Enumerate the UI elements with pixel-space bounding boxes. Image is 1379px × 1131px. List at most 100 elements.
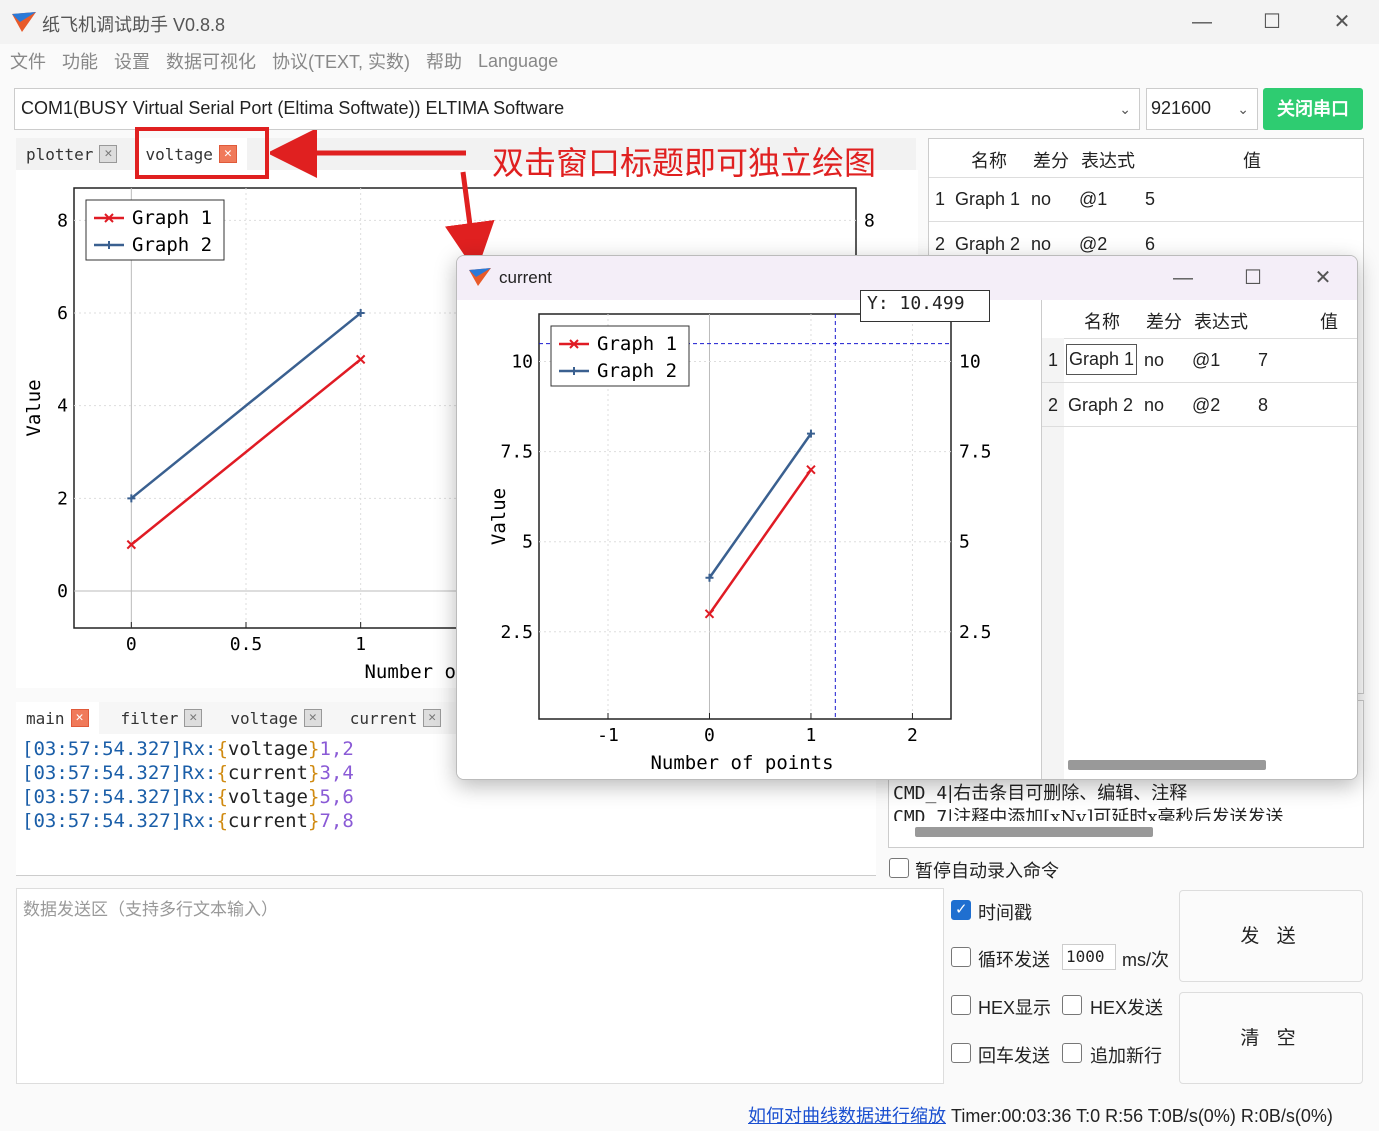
- status-text: Timer:00:03:36 T:0 R:56 T:0B/s(0%) R:0B/…: [951, 1106, 1333, 1126]
- send-input[interactable]: 数据发送区（支持多行文本输入）: [16, 888, 944, 1084]
- tab-label: plotter: [26, 144, 94, 164]
- y-tick-label: 2.5: [500, 622, 533, 643]
- timestamp-label: 时间戳: [978, 903, 1032, 923]
- tab-filter[interactable]: filter ✕: [111, 702, 213, 734]
- tab-label: filter: [120, 708, 179, 728]
- close-icon[interactable]: ✕: [70, 709, 89, 727]
- x-axis-label: Number of points: [650, 752, 833, 774]
- menu-bar: 文件 功能 设置 数据可视化 协议(TEXT, 实数) 帮助 Language: [0, 44, 1379, 78]
- log-line: [03:57:54.327]Rx:{current}3,4: [22, 762, 354, 784]
- row-name[interactable]: Graph 1: [1066, 344, 1138, 375]
- annotation-text: 双击窗口标题即可独立绘图: [492, 144, 877, 182]
- menu-settings[interactable]: 设置: [114, 48, 150, 74]
- menu-language[interactable]: Language: [478, 51, 558, 72]
- y-tick-label: 6: [57, 303, 68, 324]
- row-diff[interactable]: no: [1031, 234, 1051, 255]
- row-diff[interactable]: no: [1144, 395, 1164, 416]
- add-newline-label: 追加新行: [1090, 1046, 1162, 1066]
- maximize-button[interactable]: ☐: [1233, 262, 1273, 294]
- menu-function[interactable]: 功能: [62, 48, 98, 74]
- row-diff[interactable]: no: [1031, 189, 1051, 210]
- row-name[interactable]: Graph 1: [955, 189, 1020, 210]
- pause-checkbox[interactable]: [889, 858, 909, 878]
- port-select[interactable]: COM1(BUSY Virtual Serial Port (Eltima So…: [14, 88, 1140, 130]
- log-line: [03:57:54.327]Rx:{current}7,8: [22, 810, 354, 832]
- row-index: 1: [935, 189, 946, 209]
- y-tick-label-right: 5: [959, 532, 970, 553]
- zoom-help-link[interactable]: 如何对曲线数据进行缩放: [748, 1106, 946, 1126]
- loop-send-label: 循环发送: [978, 950, 1050, 970]
- x-tick-label: 1: [806, 725, 817, 746]
- row-expr[interactable]: @1: [1079, 189, 1107, 210]
- add-newline-checkbox[interactable]: [1062, 1043, 1082, 1063]
- log-line: [03:57:54.327]Rx:{voltage}5,6: [22, 786, 354, 808]
- y-tick-label: 10: [511, 352, 533, 373]
- close-port-button[interactable]: 关闭串口: [1263, 88, 1363, 130]
- floating-variable-table[interactable]: 名称 差分 表达式 值 1 Graph 1 no @1 7 2 Graph 2 …: [1041, 300, 1357, 779]
- col-expr: 表达式: [1081, 151, 1135, 171]
- enter-send-label: 回车发送: [978, 1046, 1050, 1066]
- menu-protocol[interactable]: 协议(TEXT, 实数): [272, 48, 410, 74]
- tab-label: voltage: [230, 708, 298, 728]
- col-expr: 表达式: [1194, 312, 1248, 332]
- close-icon[interactable]: ✕: [184, 709, 203, 727]
- tab-plotter[interactable]: plotter ✕: [16, 138, 127, 170]
- row-name[interactable]: Graph 2: [1068, 395, 1133, 416]
- send-button[interactable]: 发 送: [1179, 890, 1363, 982]
- maximize-button[interactable]: ☐: [1252, 6, 1292, 38]
- close-icon[interactable]: ✕: [99, 145, 118, 163]
- hex-show-checkbox[interactable]: [951, 995, 971, 1015]
- loop-interval-input[interactable]: 1000: [1062, 944, 1116, 970]
- tab-current-log[interactable]: current ✕: [340, 702, 451, 734]
- clear-button[interactable]: 清 空: [1179, 992, 1363, 1084]
- legend-label: Graph 2: [597, 360, 677, 382]
- baud-select-value: 921600: [1151, 98, 1212, 118]
- y-tick-label-right: 10: [959, 352, 981, 373]
- col-value: 值: [1243, 151, 1261, 171]
- y-axis-label: Value: [23, 379, 45, 436]
- scrollbar[interactable]: [915, 827, 1153, 837]
- x-tick-label: 2: [907, 725, 918, 746]
- y-tick-label: 8: [57, 210, 68, 231]
- row-expr[interactable]: @2: [1192, 395, 1220, 416]
- loop-send-checkbox[interactable]: [951, 947, 971, 967]
- floating-plot-window[interactable]: current — ☐ ✕ -1 0 1 2 2.5 2.5 5 5 7.5 7.5 10 10 Gra…: [456, 255, 1358, 780]
- legend-label: Graph 1: [597, 333, 677, 355]
- menu-visualization[interactable]: 数据可视化: [166, 48, 256, 74]
- menu-file[interactable]: 文件: [10, 48, 46, 74]
- floating-title: current: [499, 268, 552, 287]
- highlight-box: [135, 127, 269, 179]
- hex-show-label: HEX显示: [978, 998, 1052, 1018]
- close-button[interactable]: ✕: [1322, 6, 1362, 38]
- close-button[interactable]: ✕: [1303, 262, 1343, 294]
- hex-send-label: HEX发送: [1090, 998, 1164, 1018]
- row-diff[interactable]: no: [1144, 350, 1164, 371]
- current-chart[interactable]: -1 0 1 2 2.5 2.5 5 5 7.5 7.5 10 10 Graph 1 Graph 2 Num…: [457, 300, 1035, 780]
- command-item[interactable]: CMD_7|注释中添加[xNy]可延时x毫秒后发送发送: [893, 803, 1284, 821]
- minimize-button[interactable]: —: [1182, 6, 1222, 38]
- scrollbar[interactable]: [1068, 760, 1266, 770]
- x-tick-label: 0.5: [230, 634, 263, 655]
- row-expr[interactable]: @2: [1079, 234, 1107, 255]
- tab-label: main: [26, 708, 65, 728]
- close-icon[interactable]: ✕: [303, 709, 322, 727]
- title-bar: 纸飞机调试助手 V0.8.8 — ☐ ✕: [0, 0, 1379, 44]
- baud-select[interactable]: 921600 ⌄: [1146, 88, 1258, 130]
- app-title: 纸飞机调试助手 V0.8.8: [42, 15, 226, 35]
- command-item[interactable]: CMD_4|右击条目可删除、编辑、注释: [893, 779, 1187, 805]
- hex-send-checkbox[interactable]: [1062, 995, 1082, 1015]
- tab-voltage-log[interactable]: voltage ✕: [220, 702, 331, 734]
- minimize-button[interactable]: —: [1163, 262, 1203, 294]
- pause-label: 暂停自动录入命令: [915, 861, 1059, 881]
- row-index: 1: [1048, 350, 1059, 370]
- enter-send-checkbox[interactable]: [951, 1043, 971, 1063]
- row-expr[interactable]: @1: [1192, 350, 1220, 371]
- menu-help[interactable]: 帮助: [426, 48, 462, 74]
- paper-plane-icon: [12, 12, 36, 32]
- col-diff: 差分: [1146, 312, 1182, 332]
- close-icon[interactable]: ✕: [423, 709, 442, 727]
- legend-label: Graph 2: [132, 234, 212, 256]
- timestamp-checkbox[interactable]: [951, 900, 971, 920]
- row-name[interactable]: Graph 2: [955, 234, 1020, 255]
- tab-main[interactable]: main ✕: [16, 702, 99, 734]
